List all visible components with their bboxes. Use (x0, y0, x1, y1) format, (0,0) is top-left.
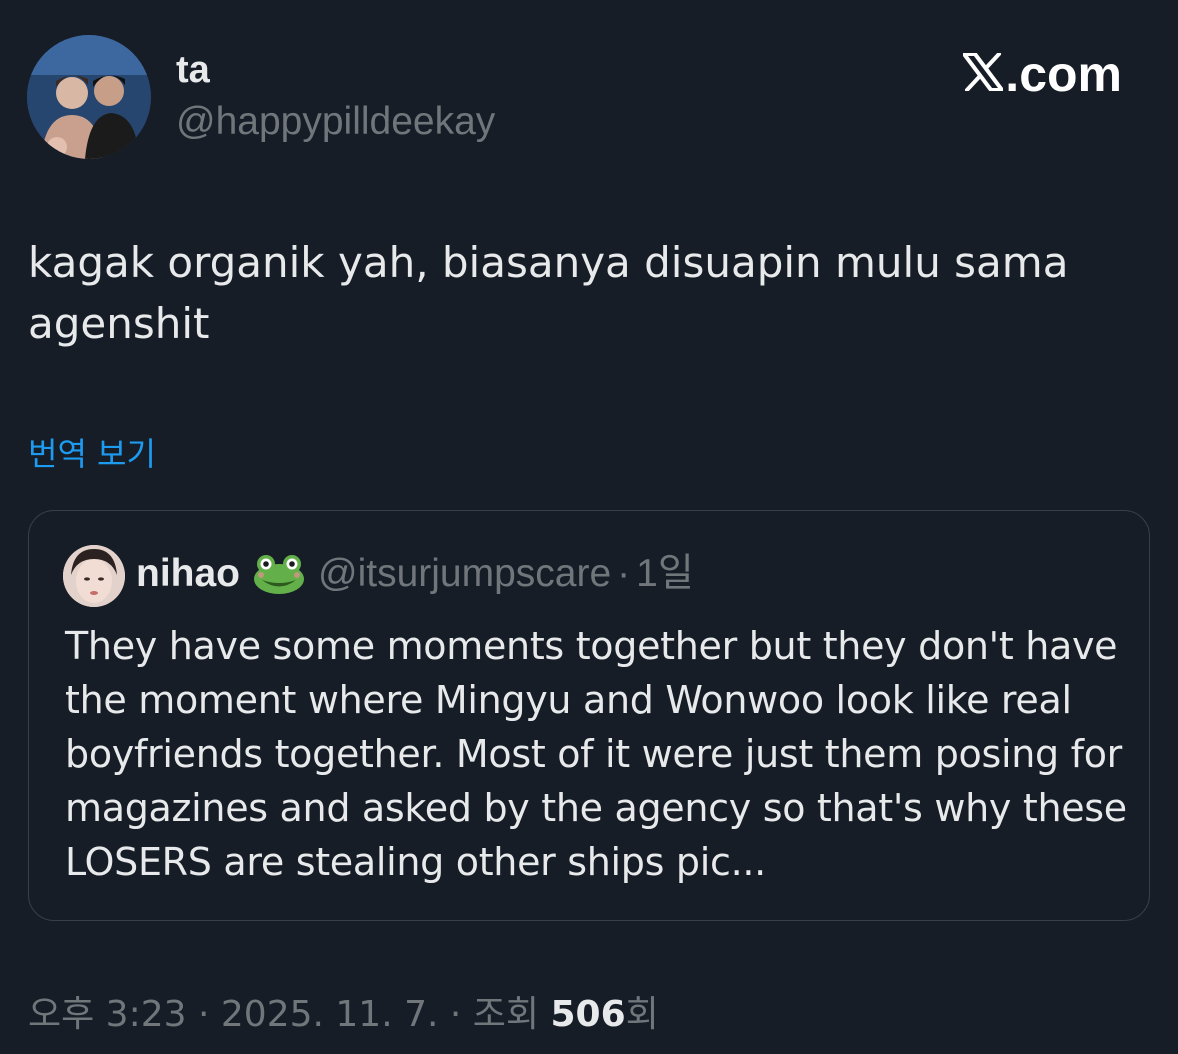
quoted-tweet-header: nihao @itsurjumpscare · 1일 (136, 549, 694, 599)
profile-photo-icon (27, 35, 151, 159)
author-display-name[interactable]: ta (176, 48, 210, 92)
x-brand: .com (962, 46, 1122, 102)
tweet-date[interactable]: 2025. 11. 7. (221, 994, 439, 1035)
quoted-header-separator: · (617, 552, 631, 595)
views-label: 조회 (472, 994, 540, 1035)
quoted-author-handle[interactable]: @itsurjumpscare (318, 549, 611, 599)
views-suffix: 회 (625, 994, 659, 1035)
quoted-profile-photo-icon (63, 545, 125, 607)
meta-separator: · (449, 994, 462, 1035)
tweet-meta: 오후 3:23 · 2025. 11. 7. · 조회 506회 (28, 990, 659, 1040)
author-handle[interactable]: @happypilldeekay (176, 100, 495, 144)
frog-face-icon (252, 553, 306, 595)
tweet-text: kagak organik yah, biasanya disuapin mul… (28, 238, 1069, 348)
x-brand-text: .com (1005, 46, 1122, 102)
tweet-time[interactable]: 오후 3:23 (28, 994, 187, 1035)
quoted-tweet-time[interactable]: 1일 (636, 549, 694, 599)
views-count: 506 (550, 994, 626, 1035)
quoted-tweet-card[interactable]: nihao @itsurjumpscare · 1일 They have som… (28, 510, 1150, 921)
meta-separator: · (197, 994, 210, 1035)
x-logo-icon (962, 46, 1005, 102)
quoted-author-avatar[interactable] (63, 545, 125, 607)
translate-link[interactable]: 번역 보기 (28, 432, 156, 476)
author-avatar[interactable] (27, 35, 151, 159)
quoted-tweet-text: They have some moments together but they… (65, 624, 1127, 884)
quoted-author-name[interactable]: nihao (136, 549, 240, 599)
